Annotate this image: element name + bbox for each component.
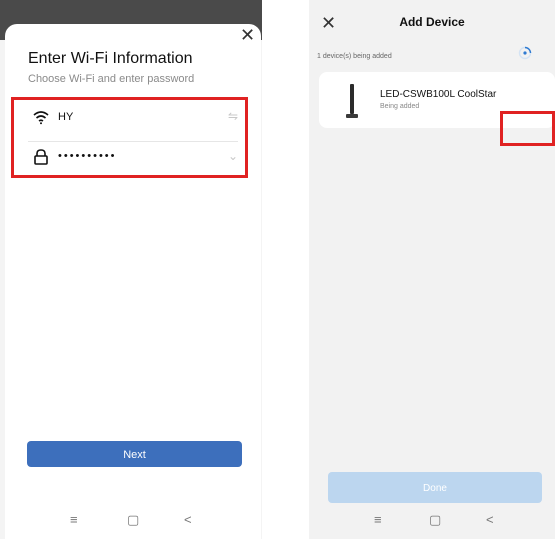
home-icon[interactable]: ▢ (127, 512, 139, 528)
next-button[interactable]: Next (27, 441, 242, 467)
highlight-box (11, 97, 248, 178)
back-icon[interactable]: < (184, 512, 192, 527)
page-subtitle: Choose Wi-Fi and enter password (28, 73, 195, 85)
highlight-box (500, 111, 555, 146)
done-button: Done (328, 472, 542, 503)
page-title: Enter Wi-Fi Information (28, 50, 193, 67)
wifi-info-screen: ✕ Enter Wi-Fi Information Choose Wi-Fi a… (0, 0, 262, 539)
back-icon[interactable]: < (486, 512, 494, 527)
page-title: Add Device (399, 15, 465, 29)
device-name: LED-CSWB100L CoolStar (380, 89, 497, 100)
device-count-text: 1 device(s) being added (317, 53, 392, 60)
system-nav-bar: ≡ ▢ < (0, 507, 262, 539)
menu-icon[interactable]: ≡ (70, 512, 78, 527)
lamp-icon (346, 84, 358, 118)
menu-icon[interactable]: ≡ (374, 512, 382, 527)
device-status: Being added (380, 103, 420, 110)
home-icon[interactable]: ▢ (429, 512, 441, 528)
add-device-screen: ✕ Add Device 1 device(s) being added LED… (309, 0, 555, 539)
spinner-icon (518, 46, 532, 60)
system-nav-bar: ≡ ▢ < (309, 507, 555, 539)
close-icon[interactable]: ✕ (240, 26, 255, 44)
